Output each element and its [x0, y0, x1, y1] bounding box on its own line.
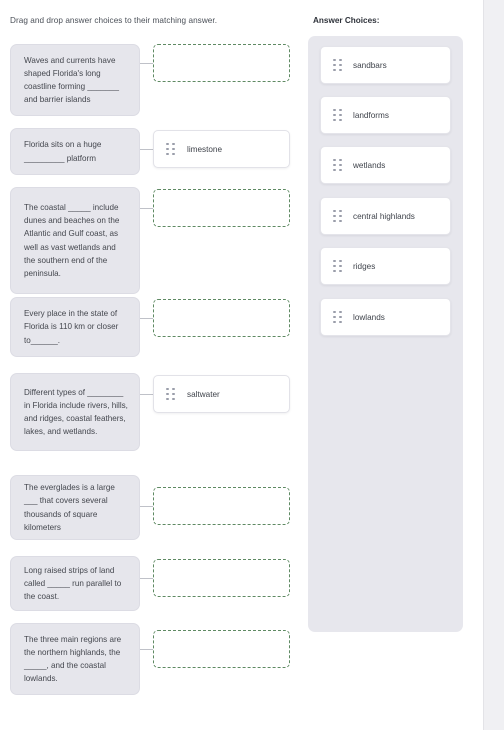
answer-choice-card[interactable]: landforms [320, 96, 451, 134]
question-text: Waves and currents have shaped Florida's… [24, 55, 119, 105]
empty-drop-slot[interactable] [153, 630, 290, 668]
question-box: Waves and currents have shaped Florida's… [10, 44, 140, 116]
slot-answer-label: saltwater [187, 389, 220, 399]
question-box: Every place in the state of Florida is 1… [10, 297, 140, 357]
drag-handle-icon[interactable] [333, 310, 342, 324]
filled-answer-slot[interactable]: saltwater [153, 375, 290, 413]
drag-handle-icon[interactable] [333, 259, 342, 273]
drag-handle-icon[interactable] [333, 108, 342, 122]
matching-exercise-page: Drag and drop answer choices to their ma… [0, 0, 504, 730]
connector-line [140, 506, 154, 507]
question-text: The everglades is a large ___ that cover… [24, 483, 115, 532]
empty-drop-slot[interactable] [153, 44, 290, 82]
drag-handle-icon[interactable] [166, 142, 175, 156]
question-text: Florida sits on a huge _________ platfor… [24, 140, 102, 163]
answer-choice-label: landforms [353, 110, 389, 120]
connector-line [140, 63, 154, 64]
filled-answer-slot[interactable]: limestone [153, 130, 290, 168]
answer-choice-label: ridges [353, 261, 376, 271]
connector-line [140, 578, 154, 579]
question-box: Florida sits on a huge _________ platfor… [10, 128, 140, 175]
drag-handle-icon[interactable] [333, 158, 342, 172]
connector-line [140, 149, 154, 150]
drag-handle-icon[interactable] [166, 387, 175, 401]
question-box: The three main regions are the northern … [10, 623, 140, 695]
answer-choice-label: wetlands [353, 160, 386, 170]
question-text: Every place in the state of Florida is 1… [24, 309, 119, 345]
answer-choices-heading: Answer Choices: [313, 16, 380, 25]
question-text: The three main regions are the northern … [24, 634, 122, 684]
answer-choice-label: central highlands [353, 211, 415, 221]
slot-answer-label: limestone [187, 144, 223, 154]
answer-choice-label: lowlands [353, 312, 385, 322]
answer-choice-card[interactable]: central highlands [320, 197, 451, 235]
empty-drop-slot[interactable] [153, 299, 290, 337]
answer-choice-label: sandbars [353, 60, 387, 70]
question-box: Different types of ________ in Florida i… [10, 373, 140, 451]
connector-line [140, 208, 154, 209]
drag-handle-icon[interactable] [333, 209, 342, 223]
connector-line [140, 649, 154, 650]
question-box: The everglades is a large ___ that cover… [10, 475, 140, 540]
answer-choice-card[interactable]: lowlands [320, 298, 451, 336]
connector-line [140, 394, 154, 395]
answer-choice-card[interactable]: ridges [320, 247, 451, 285]
page-edge-strip [484, 0, 504, 730]
drag-handle-icon[interactable] [333, 58, 342, 72]
empty-drop-slot[interactable] [153, 487, 290, 525]
instruction-text: Drag and drop answer choices to their ma… [10, 16, 218, 25]
question-text: The coastal _____ include dunes and beac… [24, 202, 120, 278]
question-text: Different types of ________ in Florida i… [24, 387, 128, 437]
answer-choices-panel: sandbars landforms wetlands central highlan… [308, 36, 463, 632]
answer-choice-card[interactable]: wetlands [320, 146, 451, 184]
question-box: The coastal _____ include dunes and beac… [10, 187, 140, 294]
question-text: Long raised strips of land called _____ … [24, 565, 122, 602]
answer-choice-card[interactable]: sandbars [320, 46, 451, 84]
empty-drop-slot[interactable] [153, 559, 290, 597]
empty-drop-slot[interactable] [153, 189, 290, 227]
connector-line [140, 318, 154, 319]
question-box: Long raised strips of land called _____ … [10, 556, 140, 611]
